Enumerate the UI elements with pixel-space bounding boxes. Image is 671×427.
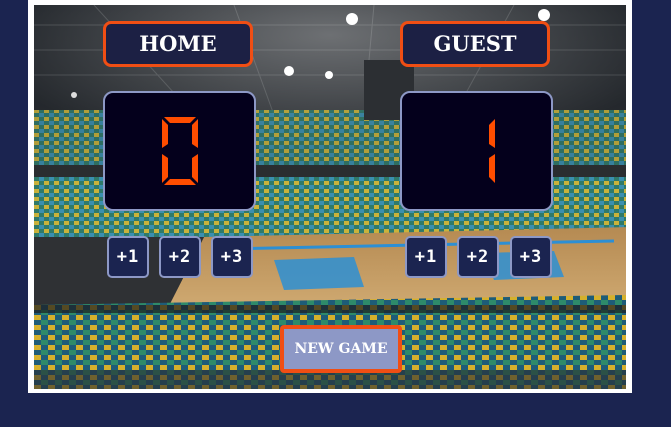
digit-segment-b bbox=[488, 119, 495, 148]
guest-score-display bbox=[400, 91, 553, 211]
digit-segment-d bbox=[163, 179, 196, 185]
guest-add-2-button[interactable]: +2 bbox=[457, 236, 499, 278]
guest-add-3-button[interactable]: +3 bbox=[510, 236, 552, 278]
digit-segment-c bbox=[191, 154, 198, 183]
home-score-display bbox=[103, 91, 256, 211]
digit-segment-e bbox=[161, 154, 168, 183]
new-game-button[interactable]: NEW GAME bbox=[280, 325, 402, 373]
digit-segment-a bbox=[163, 117, 196, 123]
digit-segment-c bbox=[488, 154, 495, 183]
home-score-digit bbox=[161, 117, 198, 185]
home-add-1-button[interactable]: +1 bbox=[107, 236, 149, 278]
guest-add-1-button[interactable]: +1 bbox=[405, 236, 447, 278]
home-add-2-button[interactable]: +2 bbox=[159, 236, 201, 278]
digit-segment-b bbox=[191, 119, 198, 148]
home-add-3-button[interactable]: +3 bbox=[211, 236, 253, 278]
digit-segment-f bbox=[161, 119, 168, 148]
home-label: HOME bbox=[103, 21, 253, 67]
guest-label: GUEST bbox=[400, 21, 550, 67]
guest-score-digit bbox=[488, 119, 495, 183]
